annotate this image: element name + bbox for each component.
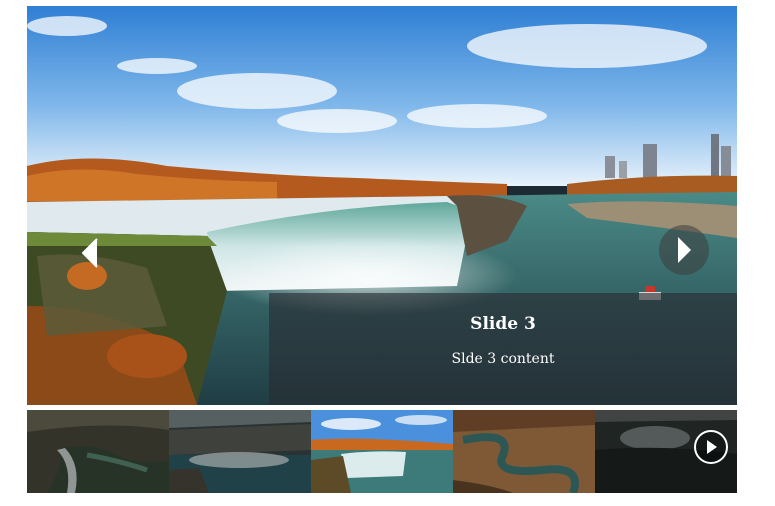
prev-slide-button[interactable] [65,228,115,278]
slider-main: Slide 3 Slde 3 content [27,6,737,405]
play-circle-icon [707,440,717,454]
thumbnail-4[interactable] [453,410,595,493]
chevron-right-icon [678,237,691,263]
chevron-left-icon [82,238,98,268]
thumbnail-strip [27,410,737,493]
slide-caption: Slide 3 Slde 3 content [269,293,737,405]
thumbnail-2[interactable] [169,410,311,493]
thumbnail-3-active[interactable] [311,410,453,493]
thumbnail-1[interactable] [27,410,169,493]
next-slide-button[interactable] [659,225,709,275]
caption-title: Slide 3 [470,314,536,334]
thumbnail-image-waterfall [311,410,453,493]
caption-text: Slde 3 content [451,351,555,367]
thumbnail-next-button[interactable] [694,430,728,464]
